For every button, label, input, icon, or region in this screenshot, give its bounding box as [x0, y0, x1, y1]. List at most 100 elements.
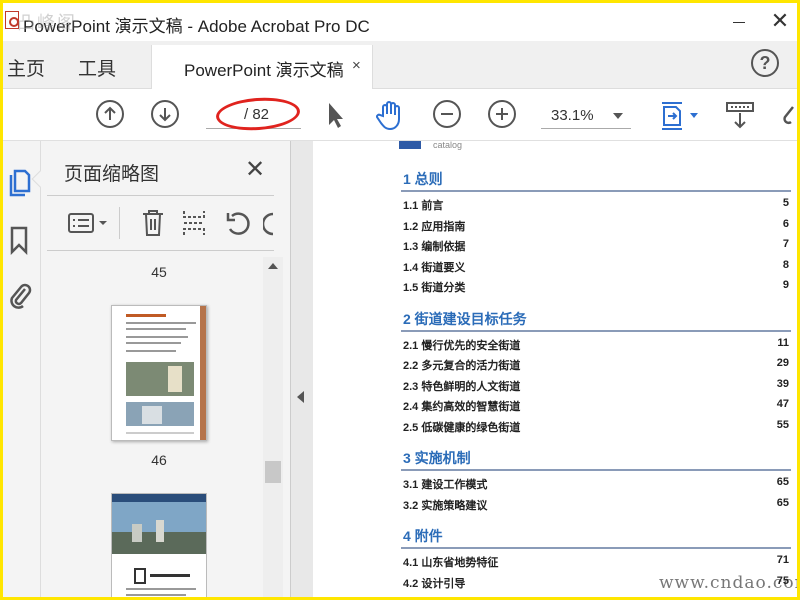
tab-document[interactable]: PowerPoint 演示文稿 ×	[151, 45, 373, 89]
toc-entry[interactable]: 3.2 实施策略建议 65	[403, 497, 791, 517]
zoom-out-button[interactable]	[433, 100, 461, 128]
toc-entry[interactable]: 4.2 设计引导 75	[403, 575, 791, 595]
acrobat-window: PowerPoint 演示文稿 - Adobe Acrobat Pro DC 凸…	[3, 3, 797, 597]
toc-entry[interactable]: 3.1 建设工作模式 65	[403, 476, 791, 496]
thumbnails-icon[interactable]	[7, 167, 33, 197]
scroll-mode-icon[interactable]	[725, 99, 755, 131]
catalog-label: catalog	[433, 140, 463, 150]
zoom-value: 33.1%	[551, 107, 594, 124]
toc-entry-label: 3.1 建设工作模式	[403, 479, 488, 491]
toc-section-title[interactable]: 3 实施机制	[403, 448, 471, 468]
toc-entry[interactable]: 1.1 前言 5	[403, 197, 791, 217]
link-icon[interactable]	[781, 103, 797, 127]
attachment-icon[interactable]	[7, 281, 33, 311]
panel-splitter[interactable]	[291, 141, 313, 597]
rotate-right-icon[interactable]	[263, 210, 275, 238]
options-menu-icon[interactable]	[67, 211, 111, 235]
toc-section-title[interactable]: 2 街道建设目标任务	[403, 309, 527, 329]
zoom-out-icon	[441, 113, 453, 115]
toc-entry-page: 6	[782, 217, 789, 230]
toc-entry[interactable]: 2.4 集约高效的智慧街道 47	[403, 398, 791, 418]
title-bar: PowerPoint 演示文稿 - Adobe Acrobat Pro DC 凸…	[3, 3, 797, 41]
minimize-icon	[733, 22, 745, 23]
toc-entry-page: 8	[782, 258, 789, 271]
fit-page-icon[interactable]	[658, 99, 686, 133]
arrow-down-circle-icon	[159, 108, 171, 122]
toc-entry[interactable]: 2.1 慢行优先的安全街道 11	[403, 337, 791, 357]
toc-entry[interactable]: 4.1 山东省地势特征 71	[403, 554, 791, 574]
toc-section-rule	[401, 547, 791, 549]
arrow-up-circle-icon	[104, 106, 116, 120]
divider	[47, 195, 274, 196]
toc-entry[interactable]: 2.2 多元复合的活力街道 29	[403, 357, 791, 377]
toc-entry-label: 4.1 山东省地势特征	[403, 557, 499, 569]
hand-icon[interactable]	[374, 99, 406, 131]
close-tab-button[interactable]: ×	[352, 57, 361, 74]
fit-chevron-icon[interactable]	[690, 113, 698, 118]
close-panel-button[interactable]: ✕	[245, 155, 265, 184]
toc-entry-label: 4.2 设计引导	[403, 577, 466, 590]
toc-entry-page: 55	[776, 418, 789, 431]
scroll-thumb[interactable]	[265, 461, 281, 483]
toc-entry-label: 1.3 编制依据	[403, 241, 466, 253]
zoom-in-icon	[496, 108, 508, 120]
toc-entry-page: 11	[777, 336, 789, 349]
tab-tools[interactable]: 工具	[78, 54, 116, 81]
bookmark-icon[interactable]	[7, 225, 33, 255]
insert-page-icon[interactable]	[181, 208, 207, 238]
toc-section-rule	[401, 329, 791, 332]
toc-entry-page: 9	[782, 279, 789, 291]
help-icon[interactable]: ?	[751, 49, 779, 77]
toc-entry[interactable]: 1.2 应用指南 6	[403, 218, 791, 238]
rotate-icon[interactable]	[224, 210, 252, 238]
next-page-button[interactable]	[151, 100, 179, 128]
thumbnail-scrollbar[interactable]	[263, 257, 283, 597]
toc-entry[interactable]: 1.3 编制依据 7	[403, 238, 791, 258]
toc-entry[interactable]: 2.5 低碳健康的绿色街道 55	[403, 419, 791, 439]
minimize-button[interactable]	[725, 11, 755, 33]
close-window-button[interactable]: ✕	[765, 7, 795, 35]
toc-entry-page: 75	[776, 574, 789, 587]
collapse-panel-icon[interactable]	[297, 391, 304, 403]
toc-entry-label: 1.1 前言	[403, 200, 444, 212]
page-label: 45	[151, 264, 167, 280]
toc-entry[interactable]: 2.3 特色鲜明的人文街道 39	[403, 378, 791, 398]
toc-section-rule	[401, 469, 791, 471]
page-thumbnail[interactable]	[111, 493, 207, 597]
toc-entry-page: 65	[776, 496, 789, 509]
tab-home[interactable]: 主页	[7, 54, 45, 81]
toc-section-title[interactable]: 4 附件	[403, 526, 443, 546]
document-tab-label: PowerPoint 演示文稿	[184, 61, 344, 80]
toc-entry[interactable]: 1.4 街道要义 8	[403, 259, 791, 279]
toc-entry-label: 2.5 低碳健康的绿色街道	[403, 421, 521, 434]
watermark-top: 凸峰阁	[17, 13, 77, 34]
toc-entry-page: 5	[782, 197, 789, 209]
toc-entry-label: 2.1 慢行优先的安全街道	[403, 339, 521, 352]
page-label: 46	[151, 452, 167, 468]
pointer-icon[interactable]	[325, 101, 345, 129]
previous-page-button[interactable]	[96, 100, 124, 128]
toc-entry-label: 2.2 多元复合的活力街道	[403, 360, 521, 372]
toc-entry-label: 1.2 应用指南	[403, 220, 466, 233]
zoom-field[interactable]: 33.1%	[541, 101, 631, 129]
zoom-in-button[interactable]	[488, 100, 516, 128]
page-thumbnail[interactable]	[111, 305, 207, 441]
panel-title: 页面缩略图	[64, 164, 160, 185]
toc-entry[interactable]: 1.5 街道分类 9	[403, 279, 791, 299]
thumbnails-panel: 页面缩略图 ✕ 45 46	[31, 141, 291, 597]
toc-section-title[interactable]: 1 总则	[403, 169, 443, 189]
toc-entry-page: 65	[776, 476, 789, 488]
document-view[interactable]: catalog www.cndao.com 1 总则 1.1 前言 5 1.2 应用指…	[313, 140, 797, 597]
toc-entry-page: 29	[776, 357, 789, 369]
catalog-accent-bar	[399, 141, 421, 149]
toolbar: / 82 33.1%	[3, 89, 797, 141]
chevron-down-icon[interactable]	[613, 113, 623, 119]
scroll-up-icon[interactable]	[268, 263, 278, 269]
toc-entry-label: 2.4 集约高效的智慧街道	[403, 401, 521, 413]
toc-entry-label: 1.5 街道分类	[403, 282, 466, 294]
trash-icon[interactable]	[141, 208, 165, 238]
divider	[47, 250, 274, 251]
toc-entry-label: 1.4 街道要义	[403, 261, 466, 274]
thumbnail-toolbar	[41, 199, 291, 249]
toc-section-rule	[401, 190, 791, 192]
